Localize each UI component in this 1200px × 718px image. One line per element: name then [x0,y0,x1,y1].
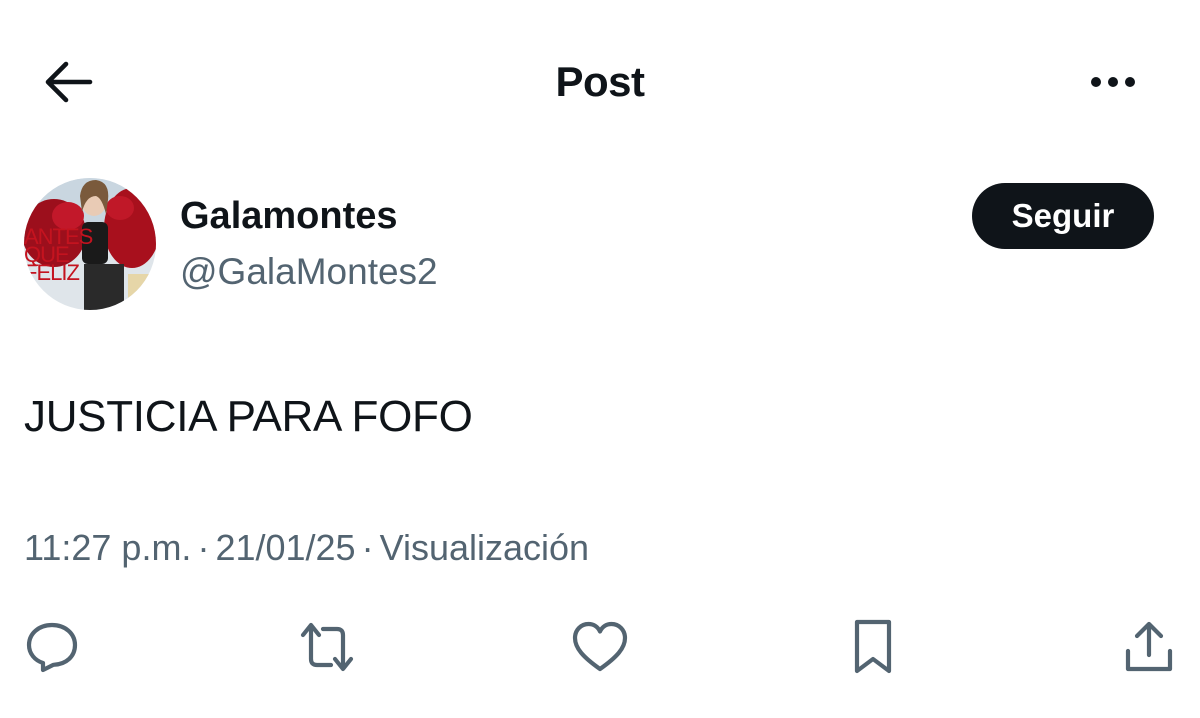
like-button[interactable] [570,617,630,677]
page-title: Post [555,58,645,105]
bookmark-icon [854,619,892,674]
repost-icon [300,622,354,672]
post-date[interactable]: 21/01/25 [215,527,355,568]
repost-button[interactable] [297,617,357,677]
author-handle[interactable]: @GalaMontes2 [180,249,438,295]
more-horizontal-icon [1088,77,1139,87]
meta-separator: · [361,527,374,568]
author-display-name[interactable]: Galamontes [180,193,398,239]
reply-button[interactable] [22,617,82,677]
heart-icon [572,621,628,672]
avatar[interactable]: ANTES QUE FELIZ [24,178,156,310]
reply-icon [26,622,78,673]
post-time[interactable]: 11:27 p.m. [24,527,191,568]
top-bar: Post [0,0,1200,165]
bookmark-button[interactable] [843,617,903,677]
post-text: JUSTICIA PARA FOFO [24,392,473,441]
follow-button[interactable]: Seguir [972,183,1154,249]
more-options-button[interactable] [1078,56,1148,108]
avatar-overlay-text: ANTES QUE FELIZ [24,224,93,285]
views-label[interactable]: Visualización [380,527,589,568]
share-icon [1125,621,1173,672]
post-meta: 11:27 p.m. · 21/01/25 · Visualización [24,524,589,572]
share-button[interactable] [1119,617,1179,677]
meta-separator: · [197,527,210,568]
